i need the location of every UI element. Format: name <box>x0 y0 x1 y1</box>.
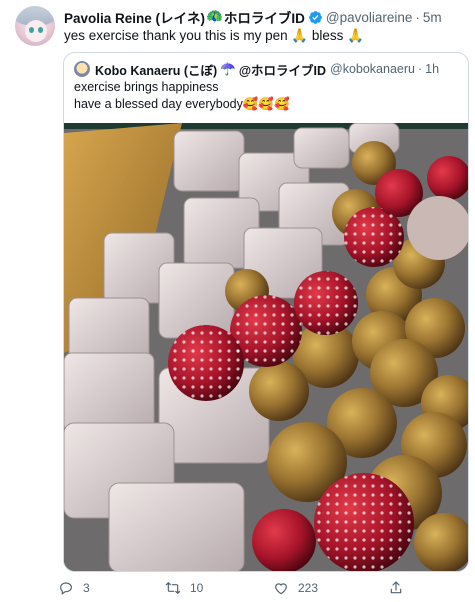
quoted-text-line-1: exercise brings happiness <box>74 80 219 94</box>
peacock-emoji-icon: 🦚 <box>206 9 223 24</box>
sweets-photo-icon <box>64 123 468 571</box>
retweet-count: 10 <box>190 581 204 595</box>
author-handle[interactable]: @pavoliareine <box>326 10 413 25</box>
quoted-text: exercise brings happiness have a blessed… <box>74 79 290 113</box>
quoted-header: Kobo Kanaeru (こぼ) ☂️ @ホロライブID @kobokanae… <box>74 60 439 78</box>
tweet[interactable]: Pavolia Reine (レイネ) 🦚 ホロライブID @pavoliare… <box>0 0 475 602</box>
heart-icon <box>275 583 287 595</box>
reply-icon <box>60 582 72 595</box>
author-name[interactable]: Pavolia Reine (レイネ) <box>64 7 205 27</box>
header-separator: · <box>415 9 420 25</box>
tweet-actions: 3 10 223 <box>58 578 475 598</box>
quoted-header-separator: · <box>417 62 423 76</box>
tweet-time[interactable]: 5m <box>423 10 442 25</box>
reply-button[interactable]: 3 <box>58 578 90 598</box>
author-avatar[interactable] <box>15 6 55 46</box>
quoted-author-avatar <box>74 61 90 77</box>
share-button[interactable] <box>388 578 413 598</box>
umbrella-emoji-icon: ☂️ <box>220 61 236 76</box>
quoted-author-affiliation: @ホロライブID <box>238 63 327 78</box>
share-icon <box>390 581 402 594</box>
reply-count: 3 <box>83 581 90 595</box>
author-affiliation[interactable]: ホロライブID <box>224 7 305 27</box>
retweet-icon <box>165 582 181 594</box>
quoted-tweet[interactable]: Kobo Kanaeru (こぼ) ☂️ @ホロライブID @kobokanae… <box>63 52 469 572</box>
retweet-button[interactable]: 10 <box>165 578 203 598</box>
quoted-text-line-2: have a blessed day everybody🥰🥰🥰 <box>74 97 290 111</box>
like-button[interactable]: 223 <box>273 578 318 598</box>
tweet-text: yes exercise thank you this is my pen 🙏 … <box>64 28 364 43</box>
quoted-author-handle: @kobokanaeru <box>330 62 415 76</box>
verified-badge-icon <box>308 10 322 24</box>
like-count: 223 <box>298 581 319 595</box>
quoted-time: 1h <box>425 62 440 76</box>
quoted-photo[interactable] <box>64 123 468 571</box>
quoted-author-name: Kobo Kanaeru (こぼ) <box>95 63 218 78</box>
tweet-header: Pavolia Reine (レイネ) 🦚 ホロライブID @pavoliare… <box>64 8 442 26</box>
